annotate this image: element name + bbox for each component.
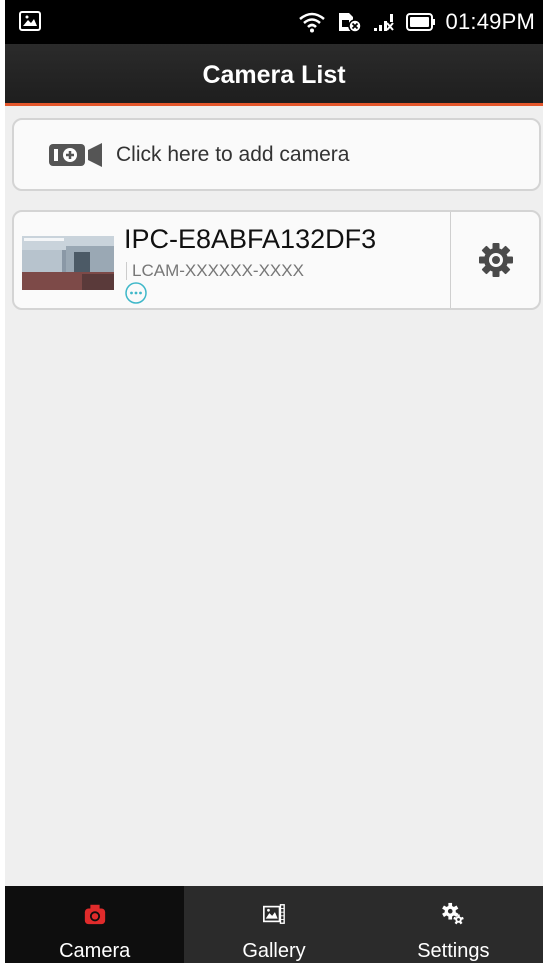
camera-thumbnail[interactable] xyxy=(22,236,114,290)
title-bar: Camera List xyxy=(5,44,543,106)
tab-settings-label: Settings xyxy=(417,940,490,962)
video-camera-add-icon xyxy=(49,142,102,167)
sim-error-icon xyxy=(338,13,362,33)
tab-gallery-label: Gallery xyxy=(242,940,306,962)
gallery-notification-icon xyxy=(19,11,41,31)
bottom-nav: Camera Gallery Settings xyxy=(5,886,543,963)
tab-camera-label: Camera xyxy=(59,940,131,962)
divider xyxy=(126,262,127,280)
camera-uid: LCAM-XXXXXX-XXXX xyxy=(132,261,304,280)
app-frame: 01:49PM Camera List Click here to add ca… xyxy=(5,0,543,963)
add-camera-button[interactable]: Click here to add camera xyxy=(12,118,541,191)
page-title: Camera List xyxy=(202,61,346,89)
more-dots-icon[interactable] xyxy=(125,282,147,304)
tab-camera[interactable]: Camera xyxy=(5,886,185,963)
gear-icon xyxy=(479,243,513,277)
camera-settings-button[interactable] xyxy=(451,212,541,308)
gallery-icon xyxy=(262,904,285,924)
tab-settings[interactable]: Settings xyxy=(364,886,543,963)
signal-icon xyxy=(373,14,394,31)
camera-name: IPC-E8ABFA132DF3 xyxy=(124,224,377,254)
status-time: 01:49PM xyxy=(445,9,535,34)
battery-icon xyxy=(405,13,435,31)
status-bar: 01:49PM xyxy=(5,0,543,44)
status-icons: 01:49PM xyxy=(298,8,535,36)
add-camera-label: Click here to add camera xyxy=(116,142,350,166)
gears-icon xyxy=(442,902,465,925)
wifi-icon xyxy=(298,12,325,33)
camera-list-item[interactable]: IPC-E8ABFA132DF3 LCAM-XXXXXX-XXXX xyxy=(12,210,541,310)
tab-gallery[interactable]: Gallery xyxy=(184,886,363,963)
camera-icon xyxy=(84,904,105,925)
